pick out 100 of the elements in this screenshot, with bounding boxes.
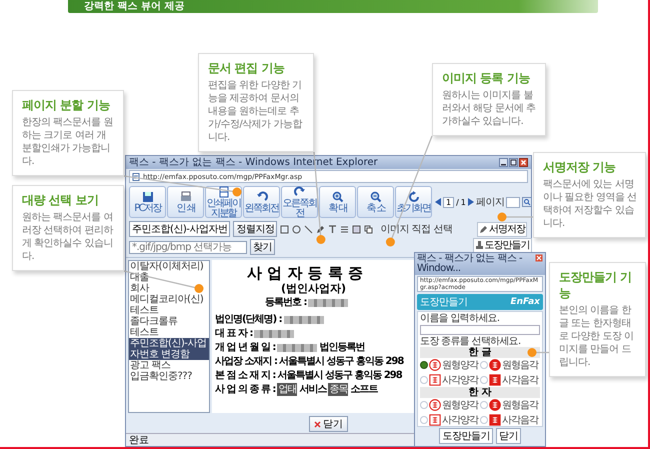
align-icon[interactable] xyxy=(340,224,350,234)
minimize-icon[interactable] xyxy=(499,158,508,167)
fax-list-item[interactable]: 이탈자(이체처리) xyxy=(129,261,209,272)
callout-text: 편집을 위한 다양한 기능을 제공하여 문서의 내용을 원하는데로 추가/수정/삭제가 가능합니다. xyxy=(208,79,304,144)
fax-list-item[interactable]: 주민조합(신)-사업자번호 변경함 xyxy=(129,338,209,360)
callout-text: 한장의 팩스문서를 원하는 크기로 여러 개 분할인쇄가 가능합니다. xyxy=(22,116,114,168)
maximize-icon[interactable] xyxy=(509,158,518,167)
callout-title: 이미지 등록 기능 xyxy=(442,70,531,86)
popup-title: 도장만들기 xyxy=(420,296,468,309)
option-label: 사각양각 xyxy=(442,374,478,387)
close-icon[interactable] xyxy=(519,158,528,167)
radio-button[interactable] xyxy=(420,361,428,369)
callout-title: 대량 선택 보기 xyxy=(22,192,100,208)
callout-title: 문서 편집 기능 xyxy=(208,60,286,76)
toolbar-button[interactable]: 왼쪽회전 xyxy=(243,186,280,218)
pen-icon[interactable] xyxy=(316,224,326,234)
fax-list-item[interactable]: 메디컬코리아(신) xyxy=(129,294,209,305)
circle-icon[interactable] xyxy=(292,224,302,234)
side-button[interactable]: 도장만들기 xyxy=(472,238,532,253)
stamp-icon xyxy=(429,359,441,371)
option-label: 원형양각 xyxy=(442,359,478,372)
field-label: 본 점 소 재 지 : xyxy=(215,369,276,382)
field-value: 서울특별시 성동구 홍익동 298 xyxy=(277,369,402,382)
name-prompt: 이름을 입력하세요. xyxy=(420,313,500,324)
field-label: 사업장 소재지 : xyxy=(215,355,277,368)
group-header: 한 자 xyxy=(420,387,540,398)
callout-text: 팩스문서에 있는 서명이나 필요한 영역을 선택하여 저장할수 있습니다. xyxy=(543,178,638,230)
option-label: 원형음각 xyxy=(502,399,538,412)
close-icon xyxy=(314,420,321,428)
toolbar-button[interactable]: 오른쪽회전 xyxy=(281,186,318,218)
fax-list-item[interactable]: 광고 팩스 xyxy=(129,360,209,371)
fax-list-item[interactable]: 회사 xyxy=(129,283,209,294)
stamp-icon xyxy=(429,374,441,386)
group-header: 한 글 xyxy=(420,347,540,358)
field-label: 개 업 년 월 일 : xyxy=(215,341,276,354)
callout-title: 서명저장 기능 xyxy=(543,159,617,175)
stamp-icon xyxy=(474,241,484,250)
field-tag: 업태 xyxy=(277,383,298,396)
sort-dropdown[interactable]: 주민조합(신)-사업자번 xyxy=(129,221,230,237)
image-select-label: 이미지 직접 선택 xyxy=(380,223,452,236)
option-label: 원형양각 xyxy=(442,399,478,412)
marker-dot xyxy=(386,238,395,246)
toolbar-button[interactable]: 축 소 xyxy=(357,186,394,218)
stamp-icon xyxy=(489,399,501,411)
page-icon xyxy=(218,186,230,198)
field-label: 대 표 자 : xyxy=(215,327,252,340)
callout-text: 본인의 이름을 한글 또는 한자형태로 다양한 도장 이미지를 만들어 드립니다. xyxy=(559,304,635,369)
next-icon[interactable] xyxy=(468,198,474,206)
window-title: 팩스 - 팩스가 없는 팩스 - Window... xyxy=(417,254,524,274)
fax-list-item[interactable]: 입금확인중??? xyxy=(129,371,209,382)
window-title: 팩스 - 팩스가 없는 팩스 - Windows Internet Explorer xyxy=(129,156,378,168)
copy-icon[interactable] xyxy=(364,224,374,234)
name-field[interactable] xyxy=(420,325,540,335)
redacted-block xyxy=(308,298,348,306)
fax-list-item[interactable]: 테스트 xyxy=(129,305,209,316)
line-icon[interactable] xyxy=(304,224,314,234)
printer-icon xyxy=(180,190,192,202)
page-number-field[interactable]: 1 xyxy=(443,196,454,208)
option-label: 사각음각 xyxy=(502,414,538,427)
toolbar-button[interactable]: PC저장 xyxy=(129,186,166,218)
toolbar-button[interactable]: 인 쇄 xyxy=(167,186,204,218)
rotate-right-icon xyxy=(294,186,306,198)
field-value: 서비스 xyxy=(299,383,326,396)
image-file-field[interactable]: *.gif/jpg/bmp 선택가능 xyxy=(129,240,247,254)
callout-title: 페이지 분할 기능 xyxy=(22,97,111,113)
stamp-icon xyxy=(429,399,441,411)
marker-dot xyxy=(498,212,506,222)
close-button[interactable]: 닫기 xyxy=(309,416,348,432)
page-separator: / xyxy=(456,198,459,206)
toolbar-button[interactable]: 확 대 xyxy=(319,186,356,218)
callout-title: 도장만들기 기능 xyxy=(559,269,633,301)
toolbar-button[interactable]: 인쇄페이지분할 xyxy=(205,186,242,218)
status-text: 완료 xyxy=(129,434,149,447)
field-value: 소프트 xyxy=(350,383,378,396)
fax-list-item[interactable]: 테스트 xyxy=(129,327,209,338)
rotate-left-icon xyxy=(256,190,268,202)
stamp-icon xyxy=(489,359,501,371)
sort-button[interactable]: 정렬지정 xyxy=(233,221,278,237)
square-icon[interactable] xyxy=(280,224,290,234)
text-icon[interactable] xyxy=(328,224,338,234)
layer-icon[interactable] xyxy=(352,224,362,234)
field-value: 법인등록번 xyxy=(319,341,364,354)
popup-button[interactable]: 닫기 xyxy=(496,428,521,444)
side-button[interactable]: 서명저장 xyxy=(477,222,527,237)
redacted-block xyxy=(284,316,324,324)
popup-button[interactable]: 도장만들기 xyxy=(439,428,493,444)
option-label: 사각양각 xyxy=(442,414,478,427)
page-total: 1 xyxy=(460,198,466,206)
registration-label: 등록번호 : xyxy=(265,296,306,309)
toolbar-button[interactable]: 초기화면 xyxy=(395,186,432,218)
field-tag: 종목 xyxy=(328,383,348,396)
previous-icon[interactable] xyxy=(435,198,441,206)
callout-text: 원하시는 이미지를 불러와서 해당 문서에 추가하실수 있습니다. xyxy=(442,89,537,128)
zoom-in-icon xyxy=(332,190,344,202)
option-label: 원형음각 xyxy=(502,359,538,372)
search-icon[interactable] xyxy=(522,197,532,207)
browse-button[interactable]: 찾기 xyxy=(250,239,275,255)
fax-list-item[interactable]: 졸다크롤류 xyxy=(129,316,209,327)
document-title: 사 업 자 등 록 증 xyxy=(247,264,364,282)
page-input[interactable] xyxy=(506,196,520,208)
